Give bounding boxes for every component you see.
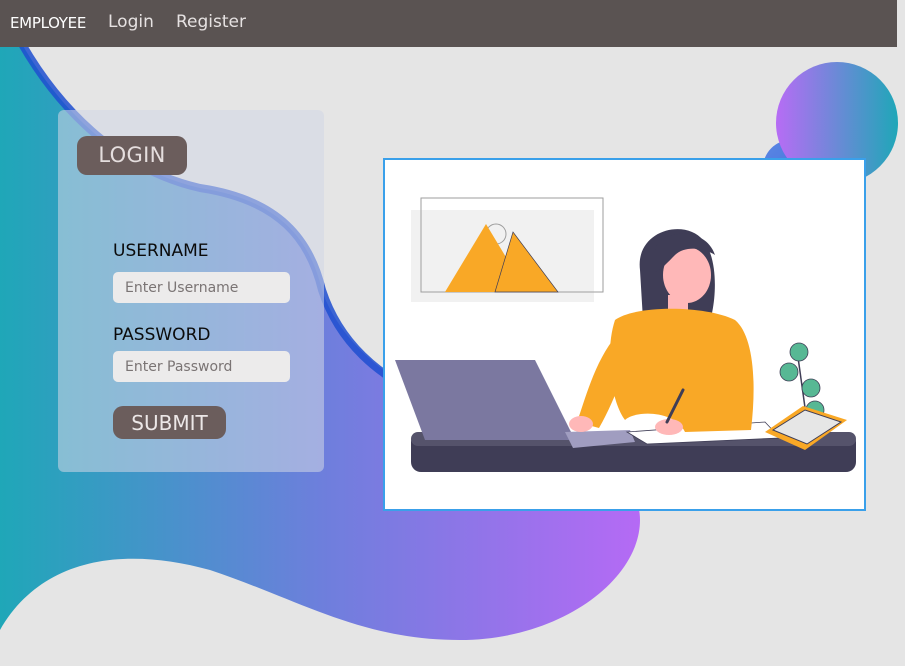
username-label: USERNAME <box>113 241 209 261</box>
illustration-panel <box>383 158 866 511</box>
brand-logo[interactable]: EMPLOYEE <box>10 14 86 32</box>
username-input[interactable] <box>113 272 290 303</box>
woman-working-on-laptop-illustration <box>395 197 856 472</box>
top-navbar: EMPLOYEE Login Register <box>0 0 897 47</box>
nav-register-link[interactable]: Register <box>176 12 246 32</box>
password-label: PASSWORD <box>113 325 211 345</box>
login-card: LOGIN USERNAME PASSWORD SUBMIT <box>58 110 324 472</box>
password-input[interactable] <box>113 351 290 382</box>
submit-button[interactable]: SUBMIT <box>113 406 226 439</box>
nav-login-link[interactable]: Login <box>108 12 154 32</box>
login-title: LOGIN <box>77 136 187 175</box>
